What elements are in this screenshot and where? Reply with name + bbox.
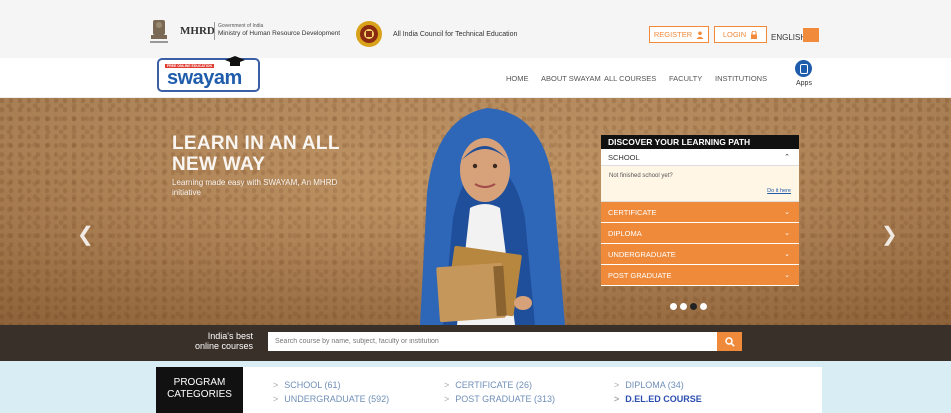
- carousel-dot-4[interactable]: [700, 303, 707, 310]
- program-categories-label: PROGRAM CATEGORIES: [156, 367, 243, 413]
- mhrd-government-text: Government of India: [218, 23, 264, 29]
- login-button[interactable]: LOGIN: [714, 26, 767, 43]
- nav-about-swayam[interactable]: ABOUT SWAYAM: [541, 74, 601, 83]
- discover-item-label: UNDERGRADUATE: [608, 249, 676, 259]
- nav-institutions[interactable]: INSTITUTIONS: [715, 74, 767, 83]
- program-label-line-1: PROGRAM: [173, 377, 226, 388]
- carousel-dot-3[interactable]: [690, 303, 697, 310]
- apps-label[interactable]: Apps: [796, 80, 812, 87]
- nav-all-courses[interactable]: ALL COURSES: [604, 74, 656, 83]
- carousel-dots: [670, 303, 707, 310]
- discover-item-certificate[interactable]: CERTIFICATE ⌄: [601, 202, 799, 223]
- program-link-label: UNDERGRADUATE (592): [284, 394, 390, 404]
- search-strip: India's best online courses: [0, 325, 951, 361]
- graduation-cap-icon: [225, 56, 245, 66]
- discover-item-school[interactable]: SCHOOL ⌃: [601, 149, 799, 166]
- search-icon: [724, 336, 735, 347]
- chevron-right-icon: >: [273, 380, 279, 390]
- chevron-down-icon: ⌄: [784, 251, 790, 258]
- login-label: LOGIN: [722, 30, 747, 39]
- discover-learning-path-panel: DISCOVER YOUR LEARNING PATH SCHOOL ⌃ Not…: [601, 135, 799, 286]
- chevron-right-icon: >: [614, 394, 620, 404]
- divider: [214, 22, 215, 40]
- program-label-line-2: CATEGORIES: [167, 389, 232, 400]
- program-link-post-graduate[interactable]: > POST GRADUATE (313): [444, 394, 555, 404]
- swayam-home-page: MHRD Government of India Ministry of Hum…: [0, 0, 951, 413]
- program-link-deled-course[interactable]: > D.EL.ED COURSE: [614, 394, 702, 404]
- apps-icon[interactable]: [795, 60, 812, 77]
- search-label-line-1: India's best: [207, 331, 253, 341]
- do-it-here-link[interactable]: Do it here: [767, 188, 791, 194]
- nav-faculty[interactable]: FACULTY: [669, 74, 702, 83]
- aicte-logo-icon[interactable]: [355, 20, 383, 48]
- program-link-label: POST GRADUATE (313): [455, 394, 555, 404]
- carousel-prev-arrow-icon[interactable]: ❮: [77, 222, 94, 247]
- national-emblem-icon: [150, 20, 168, 43]
- discover-expanded-text: Not finished school yet?: [609, 173, 673, 179]
- discover-item-label: SCHOOL: [608, 152, 640, 162]
- logo-word: swayam: [167, 67, 242, 89]
- program-categories-box: PROGRAM CATEGORIES > SCHOOL (61) > CERTIFI…: [156, 367, 822, 413]
- program-link-undergraduate[interactable]: > UNDERGRADUATE (592): [273, 394, 389, 404]
- mhrd-title: MHRD: [180, 25, 215, 37]
- user-icon: [696, 31, 704, 39]
- carousel-dot-1[interactable]: [670, 303, 677, 310]
- discover-item-undergraduate[interactable]: UNDERGRADUATE ⌄: [601, 244, 799, 265]
- search-input[interactable]: [268, 332, 717, 351]
- discover-item-label: DIPLOMA: [608, 228, 642, 238]
- mhrd-ministry-text: Ministry of Human Resource Development: [218, 30, 341, 37]
- chevron-up-icon: ⌃: [784, 154, 790, 161]
- hero-carousel: LEARN IN AN ALL NEW WAY Learning made ea…: [0, 98, 951, 325]
- search-label-line-2: online courses: [194, 341, 253, 351]
- register-button[interactable]: REGISTER: [649, 26, 709, 43]
- program-link-label: SCHOOL (61): [284, 380, 341, 390]
- discover-heading: DISCOVER YOUR LEARNING PATH: [601, 135, 799, 149]
- discover-expanded-content: Not finished school yet? Do it here: [601, 166, 799, 202]
- program-categories-section: PROGRAM CATEGORIES > SCHOOL (61) > CERTIFI…: [0, 361, 951, 413]
- aicte-text[interactable]: All India Council for Technical Educatio…: [393, 31, 517, 38]
- lock-icon: [751, 30, 758, 39]
- chevron-down-icon: ⌄: [784, 272, 790, 279]
- discover-item-label: CERTIFICATE: [608, 207, 657, 217]
- chevron-right-icon: >: [444, 394, 450, 404]
- student-image: [420, 108, 565, 325]
- discover-item-post-graduate[interactable]: POST GRADUATE ⌄: [601, 265, 799, 286]
- program-link-label: D.EL.ED COURSE: [625, 394, 702, 404]
- carousel-next-arrow-icon[interactable]: ❯: [881, 222, 898, 247]
- chevron-right-icon: >: [444, 380, 450, 390]
- search-label: India's best online courses: [178, 331, 253, 351]
- swayam-logo[interactable]: FREE ONLINE EDUCATION swayam: [157, 56, 260, 92]
- nav-home[interactable]: HOME: [506, 74, 529, 83]
- program-link-label: DIPLOMA (34): [625, 380, 684, 390]
- discover-item-label: POST GRADUATE: [608, 270, 672, 280]
- language-dropdown-toggle[interactable]: [803, 28, 819, 42]
- program-link-label: CERTIFICATE (26): [455, 380, 532, 390]
- language-label: ENGLISH: [771, 33, 807, 42]
- program-link-diploma[interactable]: > DIPLOMA (34): [614, 380, 684, 390]
- main-nav: FREE ONLINE EDUCATION swayam HOME ABOUT …: [0, 56, 951, 98]
- hero-subtitle: Learning made easy with SWAYAM, An MHRD …: [172, 178, 338, 197]
- top-bar: MHRD Government of India Ministry of Hum…: [0, 0, 951, 58]
- chevron-right-icon: >: [273, 394, 279, 404]
- register-label: REGISTER: [653, 30, 693, 39]
- program-link-certificate[interactable]: > CERTIFICATE (26): [444, 380, 532, 390]
- chevron-right-icon: >: [614, 380, 620, 390]
- discover-item-diploma[interactable]: DIPLOMA ⌄: [601, 223, 799, 244]
- chevron-down-icon: ⌄: [784, 209, 790, 216]
- carousel-dot-2[interactable]: [680, 303, 687, 310]
- search-button[interactable]: [717, 332, 742, 351]
- hero-title: LEARN IN AN ALL NEW WAY: [172, 133, 340, 175]
- chevron-down-icon: ⌄: [784, 230, 790, 237]
- program-link-school[interactable]: > SCHOOL (61): [273, 380, 340, 390]
